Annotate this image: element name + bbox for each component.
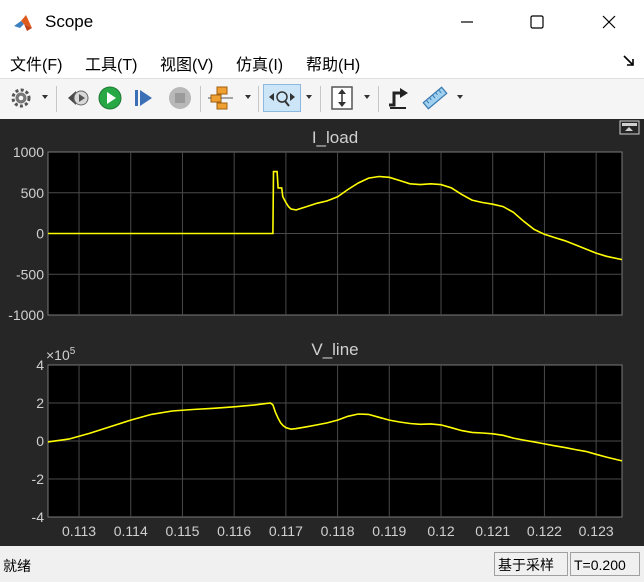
signal-selector-button[interactable] [206, 84, 236, 112]
x-tick-label: 0.122 [527, 523, 562, 539]
toolbar [0, 78, 644, 120]
y-tick-label: 2 [36, 395, 44, 411]
x-tick-label: 0.118 [321, 523, 355, 539]
x-tick-label: 0.116 [217, 523, 251, 539]
y-tick-label: 0 [36, 226, 44, 242]
toolbar-separator [320, 86, 321, 112]
step-back-icon [68, 90, 89, 106]
menu-bar: 文件(F) 工具(T) 视图(V) 仿真(I) 帮助(H) [0, 44, 644, 78]
x-ticks-v-line: 0.113 0.114 0.115 0.116 0.117 0.118 0.119 0.12 0… [62, 523, 614, 539]
measurements-dropdown-arrow[interactable] [457, 95, 463, 99]
fit-to-view-icon [331, 86, 353, 110]
cursor-measurements-icon [422, 86, 448, 110]
run-button[interactable] [96, 84, 124, 112]
x-tick-label: 0.115 [165, 523, 199, 539]
menu-view[interactable]: 视图(V) [160, 51, 213, 75]
minimize-icon [461, 21, 473, 23]
gear-icon [11, 88, 31, 108]
maximize-button[interactable] [514, 0, 560, 44]
stop-button[interactable] [166, 84, 194, 112]
zoom-axes-icon [269, 91, 295, 107]
run-icon [98, 86, 122, 110]
triggers-button[interactable] [384, 84, 412, 112]
x-tick-label: 0.123 [579, 523, 614, 539]
menu-help[interactable]: 帮助(H) [306, 51, 360, 75]
sim-time-indicator: T=0.200 [570, 552, 640, 576]
settings-dropdown-arrow[interactable] [42, 95, 48, 99]
y-tick-label: 0 [36, 433, 44, 449]
menu-tools[interactable]: 工具(T) [85, 51, 137, 75]
plot-title-i-load: I_load [312, 128, 358, 147]
x-tick-label: 0.119 [372, 523, 406, 539]
x-tick-label: 0.121 [475, 523, 510, 539]
x-tick-label: 0.114 [114, 523, 148, 539]
window-title: Scope [45, 12, 94, 31]
fit-dropdown-arrow[interactable] [364, 95, 370, 99]
step-forward-button[interactable] [130, 84, 158, 112]
matlab-icon [14, 15, 32, 31]
toolbar-separator [378, 86, 379, 112]
toolbar-separator [200, 86, 201, 112]
status-bar: 就绪 基于采样 T=0.200 [0, 546, 644, 582]
y-tick-label: 4 [36, 357, 44, 373]
y-tick-label: -500 [16, 266, 44, 282]
scope-plot-svg: I_load 1000 500 0 -500 -1000 V_line ×105 4 2 0… [8, 120, 640, 539]
step-forward-icon [135, 90, 152, 106]
undock-button[interactable] [619, 120, 640, 135]
x-tick-label: 0.117 [269, 523, 303, 539]
y-tick-label: 1000 [13, 144, 44, 160]
step-back-button[interactable] [64, 84, 92, 112]
toolbar-separator [56, 86, 57, 112]
triggers-icon [389, 88, 408, 109]
x-tick-label: 0.113 [62, 523, 96, 539]
dock-arrow-icon[interactable] [622, 54, 636, 68]
zoom-axes-button[interactable] [263, 84, 301, 112]
stop-icon [169, 87, 191, 109]
menu-simulation[interactable]: 仿真(I) [236, 51, 283, 75]
status-ready: 就绪 [3, 558, 31, 574]
scope-display: I_load 1000 500 0 -500 -1000 V_line ×105 4 2 0… [0, 119, 644, 546]
title-bar: Scope [0, 0, 644, 44]
settings-button[interactable] [8, 84, 34, 112]
y-tick-label: -4 [32, 509, 45, 525]
y-tick-label: -2 [32, 471, 45, 487]
y-ticks-v-line: 4 2 0 -2 -4 [32, 357, 45, 525]
signal-selector-icon [208, 86, 233, 110]
plot-title-v-line: V_line [311, 340, 358, 359]
fit-to-view-button[interactable] [328, 84, 356, 112]
zoom-dropdown-arrow[interactable] [306, 95, 312, 99]
y-ticks-i-load: 1000 500 0 -500 -1000 [8, 144, 44, 323]
x-tick-label: 0.12 [427, 523, 454, 539]
y-tick-label: -1000 [8, 307, 44, 323]
minimize-button[interactable] [444, 0, 490, 44]
signal-selector-dropdown-arrow[interactable] [245, 95, 251, 99]
y-tick-label: 500 [21, 185, 45, 201]
menu-file[interactable]: 文件(F) [10, 51, 62, 75]
sample-mode-indicator: 基于采样 [494, 552, 568, 576]
maximize-icon [530, 15, 544, 29]
toolbar-separator [258, 86, 259, 112]
close-icon [602, 15, 616, 29]
cursor-measurements-button[interactable] [418, 84, 452, 112]
close-button[interactable] [586, 0, 632, 44]
y-exponent-label: ×105 [46, 346, 76, 363]
